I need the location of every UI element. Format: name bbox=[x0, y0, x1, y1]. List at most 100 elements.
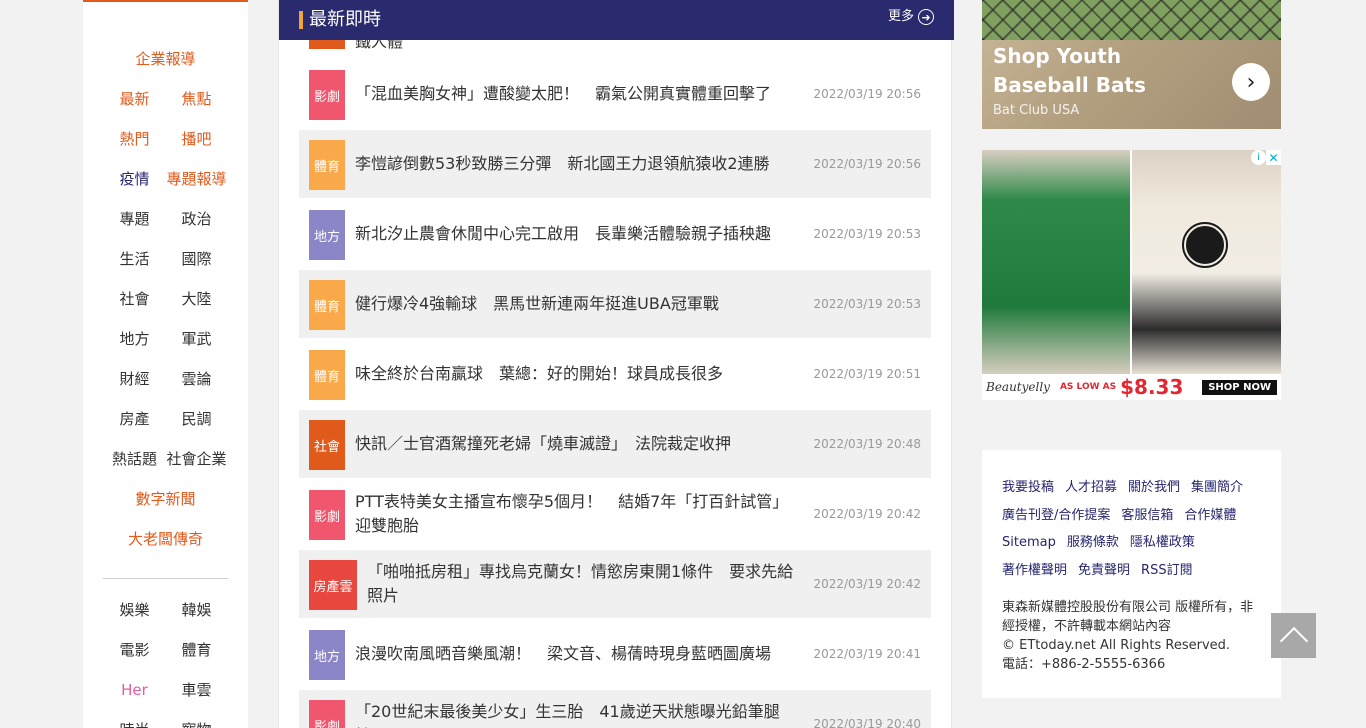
news-item[interactable]: 地方 浪漫吹南風晒音樂風潮！ 梁文音、楊蒨時現身藍晒圖廣場 2022/03/19 2… bbox=[299, 620, 931, 688]
header-accent-bar bbox=[299, 11, 303, 29]
news-item[interactable]: 影劇 「混血美胸女神」遭酸變太肥！ 霸氣公開真實體重回擊了 2022/03/19 2… bbox=[299, 60, 931, 128]
news-category-tag[interactable]: 地方 bbox=[309, 210, 345, 260]
footer-links: 我要投稿 人才招募 關於我們 集團簡介廣告刊登/合作提案 客服信箱 合作媒體 Sitemap… bbox=[1002, 474, 1261, 584]
footer-link[interactable]: 著作權聲明 bbox=[1002, 557, 1067, 585]
sidebar-link[interactable]: 寵物 bbox=[166, 719, 228, 728]
news-timestamp: 2022/03/19 20:51 bbox=[813, 367, 921, 381]
footer-link[interactable]: 服務條款 bbox=[1067, 529, 1119, 557]
news-category-tag[interactable]: 影劇 bbox=[309, 700, 345, 728]
back-to-top-button[interactable] bbox=[1271, 613, 1316, 658]
news-title[interactable]: 健行爆冷4強輸球 黑馬世新連兩年挺進UBA冠軍戰 bbox=[355, 270, 795, 338]
sidebar-link[interactable]: 韓娛 bbox=[166, 599, 228, 621]
sidebar-link[interactable]: 最新 bbox=[104, 88, 166, 110]
ad-title[interactable]: Shop Youth Baseball Bats bbox=[993, 42, 1223, 100]
ad-brand: Beautyelly bbox=[986, 380, 1050, 394]
sidebar-link[interactable]: 專題 bbox=[104, 208, 166, 230]
news-category-tag[interactable]: 體育 bbox=[309, 140, 345, 190]
news-title[interactable]: 「混血美胸女神」遭酸變太肥！ 霸氣公開真實體重回擊了 bbox=[355, 60, 795, 128]
sidebar-link[interactable]: 財經 bbox=[104, 368, 166, 390]
more-link[interactable]: 更多 ➜ bbox=[888, 8, 934, 26]
news-category-tag[interactable]: 社會 bbox=[309, 420, 345, 470]
sidebar-link[interactable]: 播吧 bbox=[166, 128, 228, 150]
sidebar-link[interactable]: 電影 bbox=[104, 639, 166, 661]
footer-link[interactable]: RSS訂閱 bbox=[1141, 557, 1193, 585]
sidebar-link[interactable]: 焦點 bbox=[166, 88, 228, 110]
footer-link[interactable]: 我要投稿 bbox=[1002, 474, 1054, 502]
footer-link[interactable]: 隱私權政策 bbox=[1130, 529, 1195, 557]
sidebar-link[interactable]: 社會 bbox=[104, 288, 166, 310]
sidebar-link[interactable]: Her bbox=[104, 679, 166, 701]
sidebar-link[interactable]: 熱門 bbox=[104, 128, 166, 150]
sidebar-row: 專題 政治 bbox=[83, 208, 248, 230]
sidebar-link[interactable]: 生活 bbox=[104, 248, 166, 270]
news-item[interactable]: 房產雲 「啪啪抵房租」專找烏克蘭女！情慾房東開1條件 要求先給照片 2022/03/… bbox=[299, 550, 931, 618]
sidebar-link[interactable]: 娛樂 bbox=[104, 599, 166, 621]
ad-price: $8.33 bbox=[1120, 375, 1184, 399]
sidebar-row: Her 車雲 bbox=[83, 679, 248, 701]
news-category-tag[interactable]: 體育 bbox=[309, 350, 345, 400]
sidebar-link[interactable]: 政治 bbox=[166, 208, 228, 230]
sidebar-link[interactable]: 軍武 bbox=[166, 328, 228, 350]
footer-link[interactable]: 客服信箱 bbox=[1121, 502, 1173, 530]
sidebar-link[interactable]: 熱話題 bbox=[104, 448, 166, 470]
news-category-tag[interactable]: 影劇 bbox=[309, 490, 345, 540]
sidebar-link[interactable]: 國際 bbox=[166, 248, 228, 270]
ad-choices[interactable]: i ✕ bbox=[1251, 150, 1281, 165]
news-title[interactable]: 李愷諺倒數53秒致勝三分彈 新北國王力退領航猿收2連勝 bbox=[355, 130, 795, 198]
news-title[interactable]: 「20世紀末最後美少女」生三胎 41歲逆天狀態曝光鉛筆腿辣 bbox=[355, 690, 795, 728]
sidebar-link[interactable]: 時尚 bbox=[104, 719, 166, 728]
chevron-right-icon[interactable]: › bbox=[1232, 63, 1270, 101]
sidebar-link[interactable]: 大老闆傳奇 bbox=[128, 528, 203, 550]
footer-link[interactable]: Sitemap bbox=[1002, 529, 1056, 557]
news-item[interactable]: 體育 味全終於台南贏球 葉總：好的開始！球員成長很多 2022/03/19 20:5… bbox=[299, 340, 931, 408]
clothing-ad[interactable]: i ✕ Beautyelly AS LOW AS $8.33 SHOP NOW bbox=[982, 150, 1281, 400]
footer-link[interactable]: 廣告刊登/合作提案 bbox=[1002, 502, 1110, 530]
news-category-tag[interactable]: 房產雲 bbox=[309, 560, 357, 610]
sidebar-row: 社會 大陸 bbox=[83, 288, 248, 310]
news-item[interactable]: 地方 新北汐止農會休閒中心完工啟用 長輩樂活體驗親子插秧趣 2022/03/19 2… bbox=[299, 200, 931, 268]
sidebar-link[interactable]: 民調 bbox=[166, 408, 228, 430]
copyright-text: 東森新媒體控股股份有限公司 版權所有，非經授權，不許轉載本網站內容 bbox=[1002, 600, 1254, 634]
news-category-tag[interactable]: 影劇 bbox=[309, 70, 345, 120]
news-item[interactable]: 社會 快訊／士官酒駕撞死老婦「燒車滅證」 法院裁定收押 2022/03/19 20:… bbox=[299, 410, 931, 478]
news-title[interactable]: 浪漫吹南風晒音樂風潮！ 梁文音、楊蒨時現身藍晒圖廣場 bbox=[355, 620, 795, 688]
news-title[interactable]: 快訊／士官酒駕撞死老婦「燒車滅證」 法院裁定收押 bbox=[355, 410, 795, 478]
close-icon[interactable]: ✕ bbox=[1266, 150, 1281, 165]
news-item[interactable]: 體育 健行爆冷4強輸球 黑馬世新連兩年挺進UBA冠軍戰 2022/03/19 20:… bbox=[299, 270, 931, 338]
shop-now-button[interactable]: SHOP NOW bbox=[1202, 379, 1277, 395]
ad-low-label: AS LOW AS bbox=[1059, 382, 1117, 392]
news-title[interactable]: 新北汐止農會休閒中心完工啟用 長輩樂活體驗親子插秧趣 bbox=[355, 200, 795, 268]
sidebar-link[interactable]: 數字新聞 bbox=[135, 488, 195, 510]
news-category-tag[interactable]: 體育 bbox=[309, 280, 345, 330]
news-title[interactable]: PTT表特美女主播宣布懷孕5個月！ 結婚7年「打百針試管」迎雙胞胎 bbox=[355, 480, 795, 548]
sidebar-link[interactable]: 雲論 bbox=[166, 368, 228, 390]
ad-info-icon[interactable]: i bbox=[1251, 150, 1266, 165]
sidebar-link[interactable]: 房產 bbox=[104, 408, 166, 430]
news-item[interactable]: 影劇 PTT表特美女主播宣布懷孕5個月！ 結婚7年「打百針試管」迎雙胞胎 2022/… bbox=[299, 480, 931, 548]
sidebar-link[interactable]: 體育 bbox=[166, 639, 228, 661]
news-category-tag[interactable]: 地方 bbox=[309, 630, 345, 680]
sidebar-link[interactable]: 企業報導 bbox=[135, 48, 195, 70]
news-title[interactable]: 「啪啪抵房租」專找烏克蘭女！情慾房東開1條件 要求先給照片 bbox=[367, 550, 795, 618]
news-timestamp: 2022/03/19 20:56 bbox=[813, 87, 921, 101]
sidebar-link[interactable]: 大陸 bbox=[166, 288, 228, 310]
footer-link[interactable]: 合作媒體 bbox=[1184, 502, 1236, 530]
footer-link[interactable]: 關於我們 bbox=[1128, 474, 1180, 502]
footer-link[interactable]: 人才招募 bbox=[1065, 474, 1117, 502]
footer-link[interactable]: 免責聲明 bbox=[1078, 557, 1130, 585]
baseball-bats-ad[interactable]: Shop Youth Baseball Bats Bat Club USA › bbox=[982, 0, 1281, 129]
news-title[interactable]: 味全終於台南贏球 葉總：好的開始！球員成長很多 bbox=[355, 340, 795, 408]
sidebar-row: 財經 雲論 bbox=[83, 368, 248, 390]
sidebar-link[interactable]: 地方 bbox=[104, 328, 166, 350]
news-header: 最新即時 更多 ➜ bbox=[279, 0, 954, 40]
footer-link[interactable]: 集團簡介 bbox=[1191, 474, 1243, 502]
sidebar-link[interactable]: 疫情 bbox=[104, 168, 166, 190]
news-item[interactable]: 體育 李愷諺倒數53秒致勝三分彈 新北國王力退領航猿收2連勝 2022/03/19 … bbox=[299, 130, 931, 198]
sidebar-link[interactable]: 車雲 bbox=[166, 679, 228, 701]
sidebar-link[interactable]: 專題報導 bbox=[166, 168, 228, 190]
news-item[interactable]: 影劇「20世紀末最後美少女」生三胎 41歲逆天狀態曝光鉛筆腿辣 2022/03/1… bbox=[299, 690, 931, 728]
sidebar-link[interactable]: 社會企業 bbox=[166, 448, 228, 470]
ad-fence-image bbox=[982, 0, 1281, 40]
sidebar-row: 房產 民調 bbox=[83, 408, 248, 430]
chevron-up-icon bbox=[1279, 626, 1308, 655]
